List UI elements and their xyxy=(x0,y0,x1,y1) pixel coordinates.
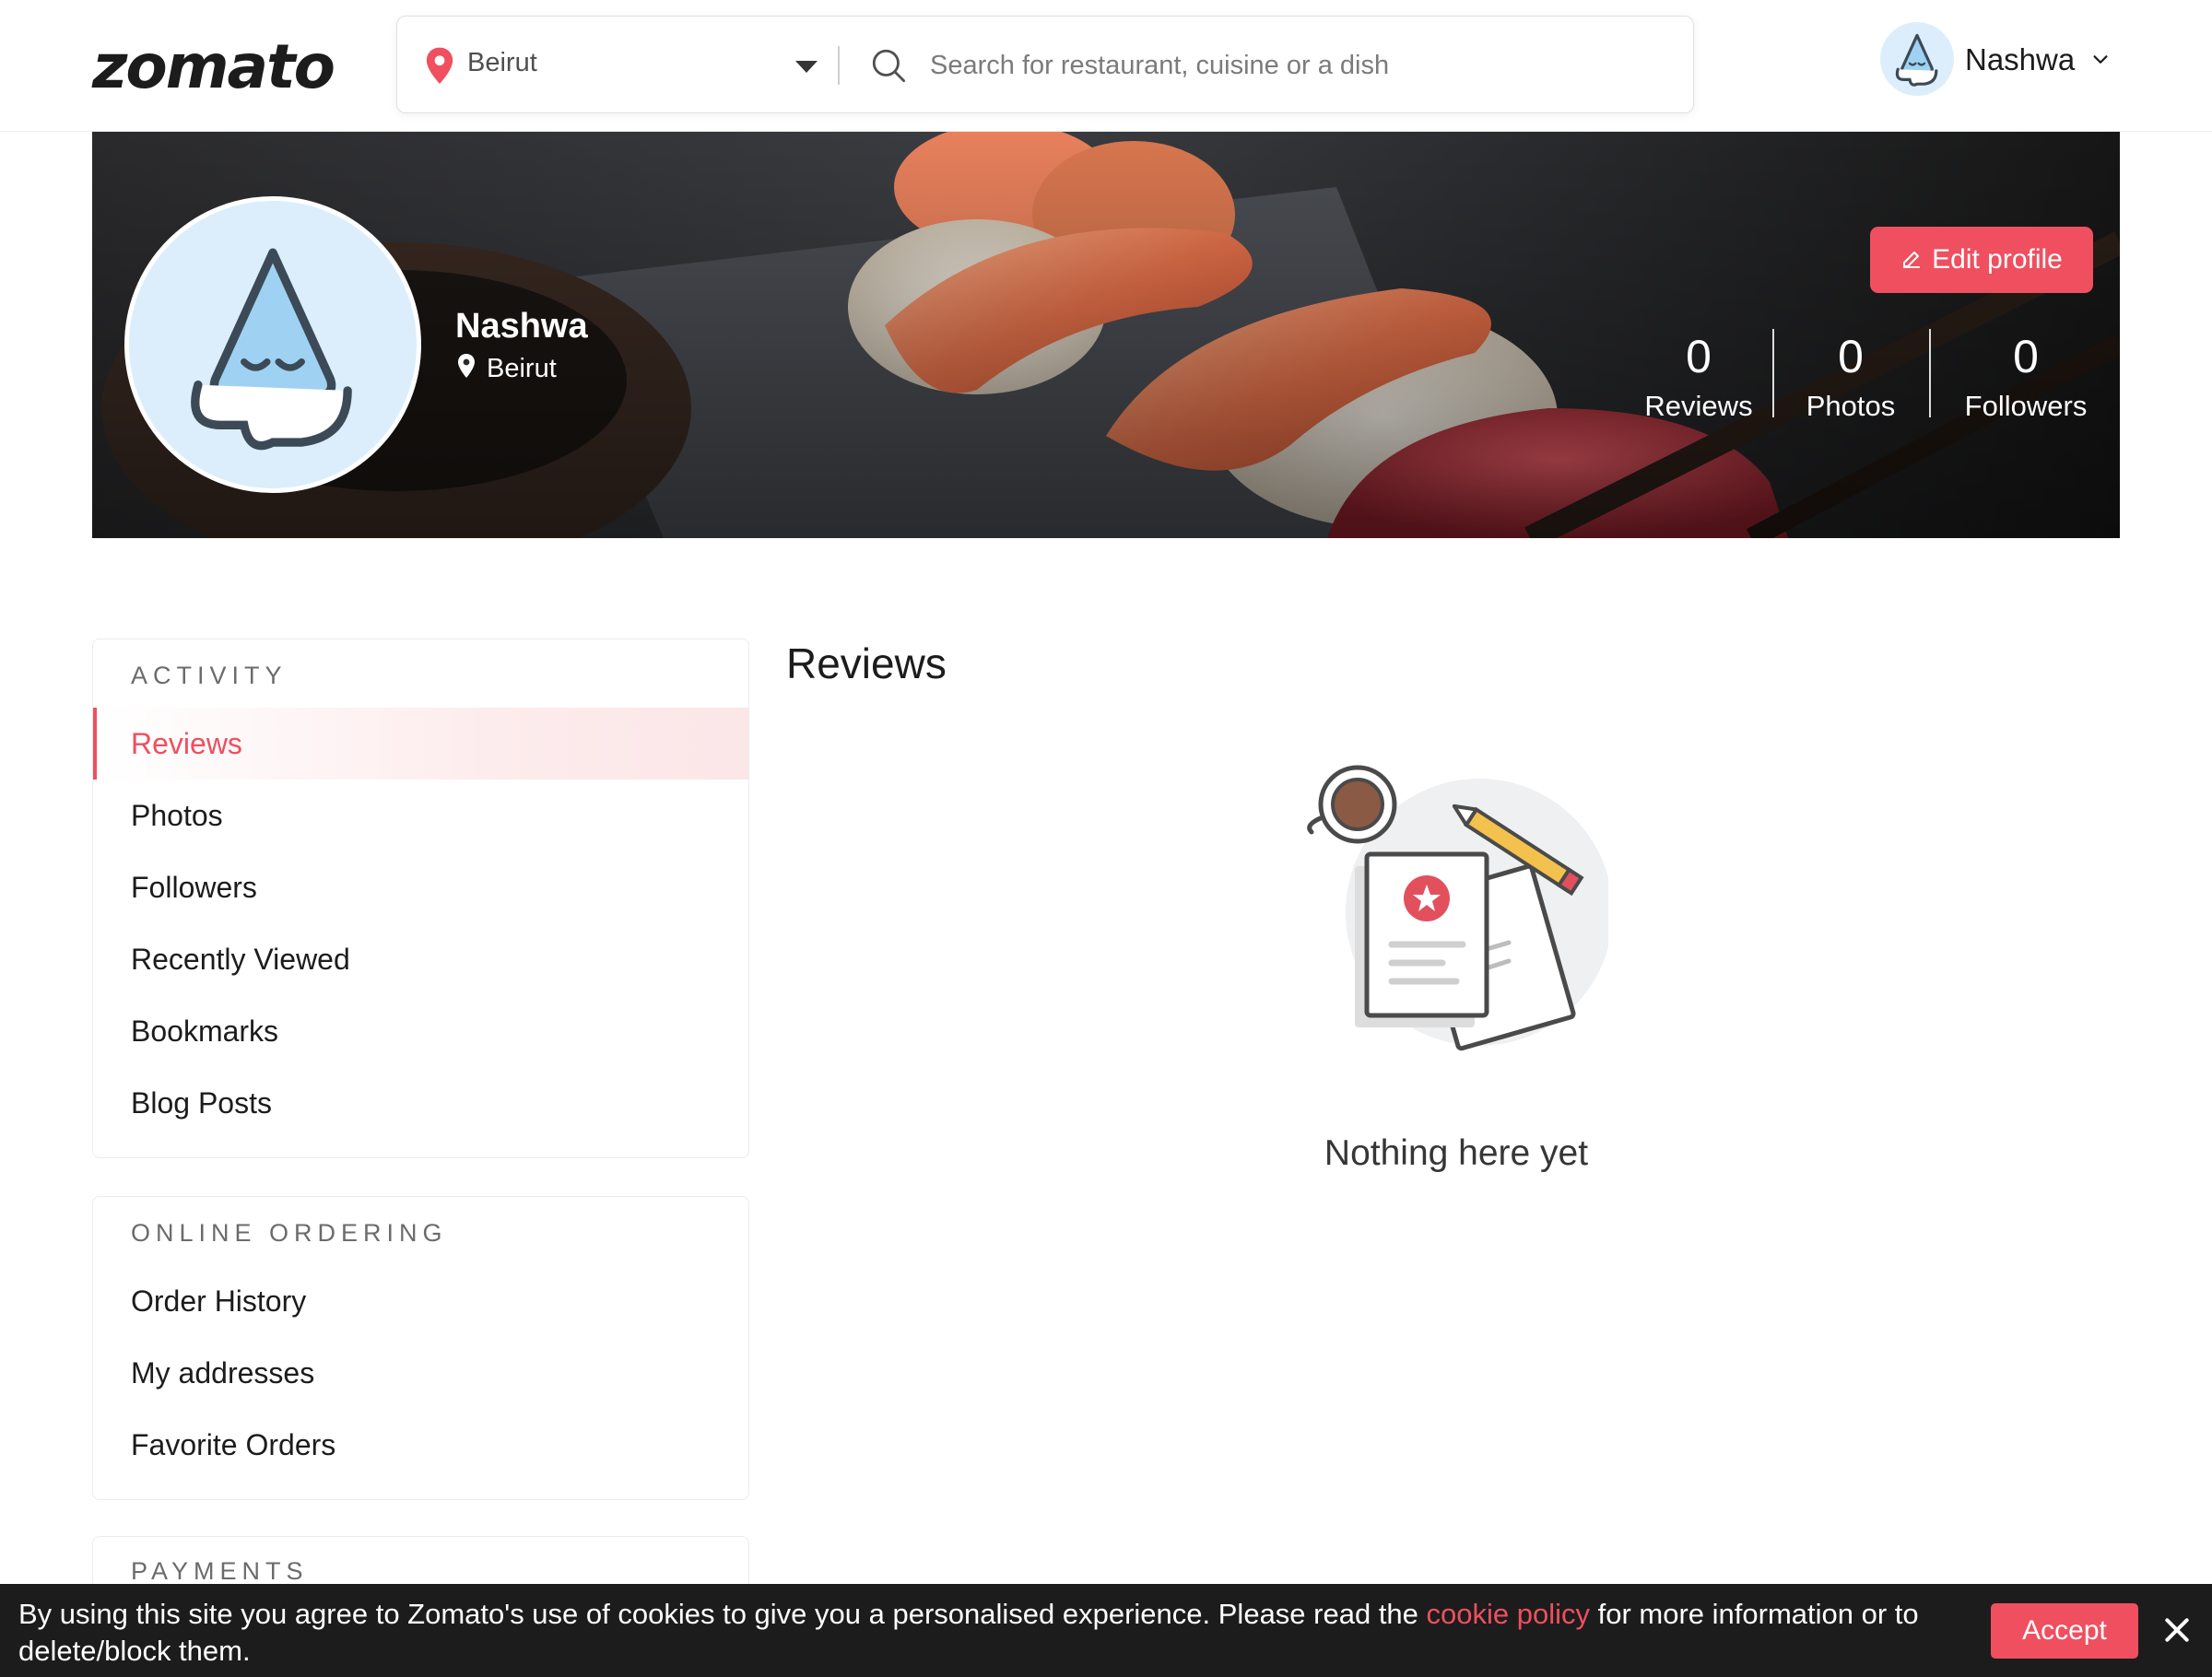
profile-banner: Nashwa Beirut Edit profile 0 Reviews 0 P… xyxy=(92,132,2120,538)
caret-down-icon[interactable] xyxy=(795,61,818,73)
divider xyxy=(1772,329,1774,417)
sidebar-item-my-addresses[interactable]: My addresses xyxy=(93,1337,748,1409)
divider xyxy=(838,46,840,85)
location-pin-icon xyxy=(426,47,453,84)
search-icon xyxy=(872,49,906,83)
user-name: Nashwa xyxy=(1965,42,2076,76)
empty-state-text: Nothing here yet xyxy=(1324,1133,1589,1173)
location-pin-icon xyxy=(458,354,475,378)
edit-profile-button[interactable]: Edit profile xyxy=(1870,227,2093,293)
sidebar-item-order-history[interactable]: Order History xyxy=(93,1265,748,1337)
profile-avatar[interactable] xyxy=(124,196,421,493)
sidebar-item-blog-posts[interactable]: Blog Posts xyxy=(93,1067,748,1139)
cookie-message: By using this site you agree to Zomato's… xyxy=(18,1596,1982,1670)
stat-label: Reviews xyxy=(1644,390,1753,422)
sidebar-item-recently-viewed[interactable]: Recently Viewed xyxy=(93,923,748,995)
user-menu[interactable]: Nashwa xyxy=(1880,22,2120,98)
close-icon[interactable] xyxy=(2162,1615,2192,1645)
online-ordering-panel: ONLINE ORDERING Order History My address… xyxy=(92,1196,749,1500)
stat-value: 0 xyxy=(1686,331,1712,382)
profile-location-text: Beirut xyxy=(487,354,557,383)
sidebar-item-bookmarks[interactable]: Bookmarks xyxy=(93,995,748,1067)
droplet-avatar-icon xyxy=(191,248,352,451)
stat-label: Followers xyxy=(1964,390,2088,422)
top-navbar: zomato Beirut Nashwa xyxy=(0,0,2212,132)
chevron-down-icon xyxy=(2093,55,2108,64)
avatar xyxy=(1880,22,1954,96)
sidebar-item-reviews[interactable]: Reviews xyxy=(93,708,748,780)
profile-location: Beirut xyxy=(455,353,557,384)
edit-profile-label: Edit profile xyxy=(1932,244,2063,275)
cookie-text-start: By using this site you agree to Zomato's… xyxy=(18,1598,1427,1630)
droplet-avatar-icon xyxy=(1895,33,1938,87)
profile-name: Nashwa xyxy=(455,307,588,346)
section-title-online-ordering: ONLINE ORDERING xyxy=(131,1219,448,1247)
stat-value: 0 xyxy=(1838,331,1864,382)
cookie-banner: By using this site you agree to Zomato's… xyxy=(0,1584,2212,1677)
divider xyxy=(1929,329,1931,417)
stat-value: 0 xyxy=(2013,331,2039,382)
section-title-payments: PAYMENTS xyxy=(131,1557,309,1585)
sidebar-item-photos[interactable]: Photos xyxy=(93,780,748,851)
stat-reviews[interactable]: 0 Reviews xyxy=(1611,333,1786,423)
cookie-policy-link[interactable]: cookie policy xyxy=(1427,1598,1590,1630)
search-input[interactable] xyxy=(930,39,1667,92)
page-title: Reviews xyxy=(786,639,947,687)
zomato-logo[interactable]: zomato xyxy=(92,31,335,102)
activity-panel: ACTIVITY Reviews Photos Followers Recent… xyxy=(92,639,749,1158)
edit-icon xyxy=(1903,252,1921,268)
sidebar-item-followers[interactable]: Followers xyxy=(93,851,748,923)
empty-reviews-illustration xyxy=(1307,765,1608,1051)
stat-photos[interactable]: 0 Photos xyxy=(1786,333,1915,423)
sidebar-item-favorite-orders[interactable]: Favorite Orders xyxy=(93,1409,748,1481)
search-bar: Beirut xyxy=(396,16,1694,113)
stat-followers[interactable]: 0 Followers xyxy=(1943,333,2109,423)
section-title-activity: ACTIVITY xyxy=(131,662,288,689)
accept-cookies-button[interactable]: Accept xyxy=(1991,1603,2138,1659)
location-select[interactable]: Beirut xyxy=(467,48,537,78)
stat-label: Photos xyxy=(1806,390,1896,422)
